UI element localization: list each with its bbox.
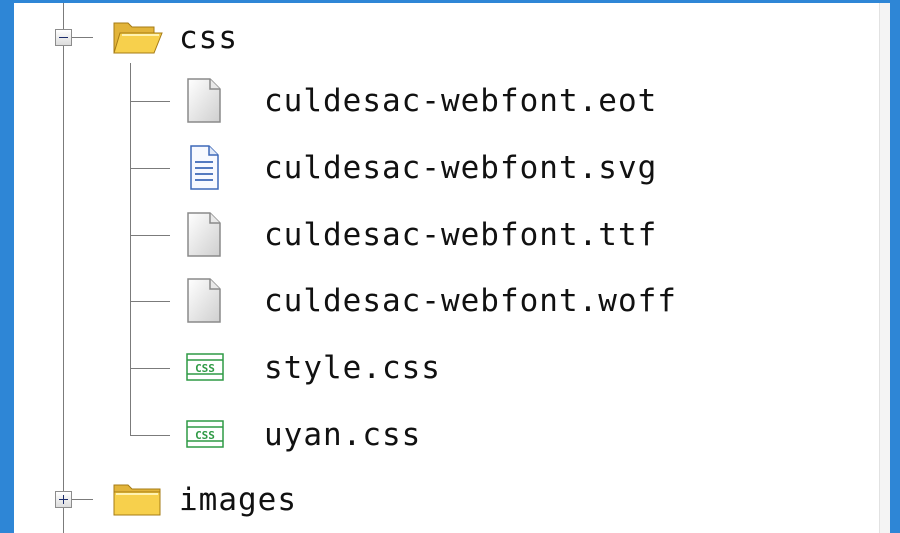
css-badge-text: CSS	[195, 429, 215, 442]
folder-label-css: css	[179, 20, 238, 56]
window-frame: css culdesac-webfont.eot culdesac-webfon…	[0, 0, 900, 533]
css-badge-text: CSS	[195, 362, 215, 375]
folder-label-images: images	[179, 482, 297, 518]
file-label: culdesac-webfont.woff	[264, 283, 677, 319]
tree-connector	[71, 499, 93, 500]
open-folder-icon	[113, 22, 163, 54]
vertical-scrollbar[interactable]	[879, 3, 890, 533]
blank-file-icon	[187, 78, 221, 123]
folder-tree-pane: css culdesac-webfont.eot culdesac-webfon…	[14, 3, 890, 533]
tree-connector	[130, 235, 170, 236]
tree-connector	[130, 301, 170, 302]
tree-connector	[71, 37, 93, 38]
closed-folder-icon	[113, 484, 161, 516]
css-file-icon: CSS	[186, 420, 224, 448]
collapse-minus-icon[interactable]	[55, 29, 72, 46]
file-label: culdesac-webfont.eot	[264, 83, 658, 119]
file-tree: css culdesac-webfont.eot culdesac-webfon…	[14, 3, 874, 533]
css-file-icon: CSS	[186, 353, 224, 381]
blank-file-icon	[187, 212, 221, 257]
tree-connector	[130, 168, 170, 169]
tree-connector	[130, 368, 170, 369]
file-label: uyan.css	[264, 417, 422, 453]
expand-plus-icon[interactable]	[55, 491, 72, 508]
tree-root-line	[63, 3, 64, 533]
file-label: style.css	[264, 350, 441, 386]
tree-connector	[130, 435, 170, 436]
file-label: culdesac-webfont.svg	[264, 150, 658, 186]
tree-css-branch-line	[130, 63, 131, 436]
text-document-icon	[190, 145, 219, 190]
tree-connector	[130, 101, 170, 102]
blank-file-icon	[187, 278, 221, 323]
file-label: culdesac-webfont.ttf	[264, 217, 658, 253]
